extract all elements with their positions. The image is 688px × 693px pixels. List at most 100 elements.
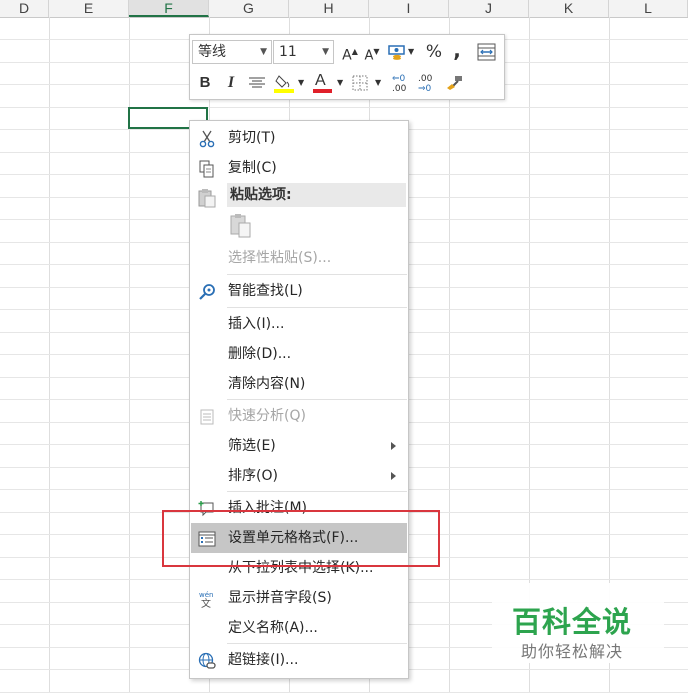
chevron-down-icon: ▼ — [322, 47, 329, 57]
phonetic-icon: wén 文 — [199, 591, 213, 608]
column-header-h[interactable]: H — [289, 0, 369, 17]
smart-lookup-icon — [199, 284, 215, 300]
watermark: 百科全说 助你轻松解决 — [492, 583, 664, 663]
submenu-arrow-icon — [391, 472, 396, 480]
menu-item-clear-contents[interactable]: 清除内容(N) — [191, 369, 407, 399]
menu-item-filter[interactable]: 筛选(E) — [191, 431, 407, 461]
menu-item-quick-analysis[interactable]: 快速分析(Q) — [191, 401, 407, 431]
comma-style-button[interactable]: , — [448, 38, 466, 62]
font-size-value: 11 — [279, 44, 297, 60]
menu-item-label: 剪切(T) — [228, 130, 276, 146]
menu-item-label: 定义名称(A)... — [228, 620, 318, 636]
align-center-icon — [249, 77, 265, 88]
menu-item-label: 复制(C) — [228, 160, 277, 176]
menu-separator — [227, 307, 407, 308]
menu-item-cut[interactable]: 剪切(T) — [191, 123, 407, 153]
font-size-select[interactable]: 11 ▼ — [273, 40, 334, 64]
borders-icon — [352, 75, 368, 91]
menu-separator — [227, 643, 407, 644]
highlight-annotation-box — [162, 510, 440, 567]
fill-color-button[interactable]: ▼ — [273, 71, 307, 95]
increase-decimal-button[interactable]: ⇐0 .00 — [390, 71, 412, 95]
chevron-down-icon: ▼ — [375, 78, 382, 87]
increase-decimal-label: .00 — [392, 84, 407, 94]
hyperlink-icon — [198, 652, 216, 669]
copy-icon — [199, 160, 214, 178]
italic-button[interactable]: I — [221, 71, 241, 95]
paste-options-header: 粘贴选项: — [227, 183, 406, 207]
column-header-l[interactable]: L — [609, 0, 688, 17]
accounting-format-icon — [388, 45, 405, 60]
menu-separator — [227, 491, 407, 492]
arrow-right-icon: ⇒0 — [418, 84, 432, 94]
quick-analysis-icon — [200, 409, 214, 425]
menu-item-label: 选择性粘贴(S)... — [228, 250, 332, 266]
paste-icon — [198, 189, 216, 208]
menu-item-define-name[interactable]: 定义名称(A)... — [191, 613, 407, 643]
fill-color-swatch — [274, 89, 294, 93]
clipboard-icon — [230, 214, 251, 238]
chevron-down-icon: ▼ — [260, 47, 267, 57]
column-header-j[interactable]: J — [449, 0, 529, 17]
menu-item-smart-lookup[interactable]: 智能查找(L) — [191, 276, 407, 306]
menu-item-sort[interactable]: 排序(O) — [191, 461, 407, 491]
borders-button[interactable]: ▼ — [350, 71, 384, 95]
menu-item-label: 插入(I)... — [228, 316, 285, 332]
menu-separator — [227, 399, 407, 400]
bold-button[interactable]: B — [195, 71, 215, 95]
svg-text:wén: wén — [199, 591, 213, 599]
column-header-e[interactable]: E — [49, 0, 129, 17]
menu-item-label: 快速分析(Q) — [228, 408, 306, 424]
menu-item-insert[interactable]: 插入(I)... — [191, 309, 407, 339]
menu-item-label: 排序(O) — [228, 468, 278, 484]
scissors-icon — [199, 130, 215, 148]
column-header-g[interactable]: G — [209, 0, 289, 17]
chevron-down-icon: ▼ — [298, 78, 305, 87]
column-header-i[interactable]: I — [369, 0, 449, 17]
column-header-k[interactable]: K — [529, 0, 609, 17]
mini-toolbar: 等线 ▼ 11 ▼ A▲ A▼ ▼ % , B I ▼ A ▼ ▼ ⇐0 .00… — [189, 34, 505, 100]
menu-item-label: 超链接(I)... — [228, 652, 299, 668]
merge-center-button[interactable] — [474, 40, 498, 64]
svg-text:文: 文 — [201, 597, 211, 608]
decrease-decimal-button[interactable]: .00 ⇒0 — [416, 71, 438, 95]
column-header-f[interactable]: F — [129, 0, 209, 17]
percent-style-button[interactable]: % — [424, 40, 444, 64]
paste-option-button[interactable] — [227, 211, 257, 241]
menu-item-label: 智能查找(L) — [228, 283, 303, 299]
paint-bucket-icon — [274, 75, 294, 93]
context-menu: 剪切(T) 复制(C) 粘贴选项: 选择性粘贴(S)... 智能查找(L) 插入… — [189, 120, 409, 679]
menu-item-label: 删除(D)... — [228, 346, 292, 362]
chevron-down-icon: ▼ — [408, 47, 415, 56]
accounting-format-button[interactable]: ▼ — [386, 40, 416, 64]
center-align-button[interactable] — [247, 71, 267, 95]
watermark-title: 百科全说 — [512, 605, 633, 639]
font-name-value: 等线 — [198, 44, 226, 60]
menu-item-delete[interactable]: 删除(D)... — [191, 339, 407, 369]
grow-font-button[interactable]: A▲ — [340, 40, 360, 64]
watermark-subtitle: 助你轻松解决 — [521, 642, 624, 661]
font-color-button[interactable]: A ▼ — [312, 71, 346, 95]
font-color-swatch — [313, 89, 332, 93]
format-painter-icon — [447, 76, 462, 90]
chevron-down-icon: ▼ — [337, 78, 344, 87]
menu-item-hyperlink[interactable]: 超链接(I)... — [191, 645, 407, 675]
menu-separator — [227, 274, 407, 275]
submenu-arrow-icon — [391, 442, 396, 450]
merge-center-icon — [477, 43, 496, 61]
arrow-left-icon: ⇐0 — [392, 74, 406, 84]
grid-row-line — [0, 107, 688, 108]
decrease-decimal-label: .00 — [418, 74, 433, 84]
menu-item-copy[interactable]: 复制(C) — [191, 153, 407, 183]
menu-item-paste-special[interactable]: 选择性粘贴(S)... — [191, 243, 407, 273]
format-painter-button[interactable] — [444, 71, 466, 95]
menu-item-label: 清除内容(N) — [228, 376, 306, 392]
font-name-select[interactable]: 等线 ▼ — [192, 40, 272, 64]
menu-item-label: 显示拼音字段(S) — [228, 590, 332, 606]
menu-item-show-phonetic[interactable]: wén 文 显示拼音字段(S) — [191, 583, 407, 613]
grow-font-icon: A — [342, 47, 352, 64]
column-header-d[interactable]: D — [0, 0, 49, 17]
menu-item-label: 筛选(E) — [228, 438, 276, 454]
shrink-font-button[interactable]: A▼ — [362, 40, 382, 64]
column-header-row: D E F G H I J K L — [0, 0, 688, 18]
